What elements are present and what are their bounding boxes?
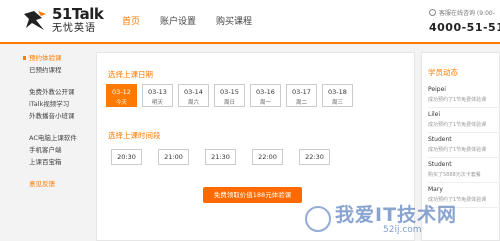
date-value: 03-16 — [256, 88, 275, 96]
watermark-logo-icon — [305, 206, 331, 232]
sidebar-item-mobile-client[interactable]: 手机客户端 — [0, 144, 96, 156]
logo-bird-icon — [22, 8, 48, 34]
sidebar-group-booking: 预约体验课 已预约课程 — [0, 52, 96, 76]
sidebar-group-learning: 免费外教公开课 iTalk视频学习 外教播音小班课 — [0, 86, 96, 122]
list-item: Lilei 成功预约了1节免费体验课 — [428, 108, 500, 133]
date-weekday: 周一 — [259, 100, 271, 106]
date-option[interactable]: 03-16 周一 — [250, 84, 281, 107]
date-value: 03-17 — [292, 88, 311, 96]
sidebar-item-ac-software[interactable]: AC电脑上课软件 — [0, 132, 96, 144]
sidebar-group-tools: AC电脑上课软件 手机客户端 上课百宝箱 — [0, 132, 96, 168]
sidebar-item-toolbox[interactable]: 上课百宝箱 — [0, 156, 96, 168]
sidebar-group-feedback: 意见反馈 — [0, 178, 96, 190]
activity-desc: 成功预约了1节免费体验课 — [428, 147, 487, 153]
list-item: Student 购买了5888元次卡套餐 — [428, 158, 500, 183]
date-option[interactable]: 03-12 今天 — [106, 84, 137, 107]
hotline-label: 客服在线咨询 (9:00- — [439, 10, 495, 17]
watermark-text: 我爱IT技术网 — [335, 204, 458, 226]
time-option[interactable]: 22:00 — [252, 149, 283, 165]
student-name: Student — [428, 136, 452, 143]
logo-wordmark: 51Talk — [52, 5, 104, 23]
date-weekday: 周二 — [295, 100, 307, 106]
date-picker: 03-12 今天 03-13 明天 03-14 周六 03-15 周日 03-1… — [106, 84, 358, 107]
date-value: 03-18 — [328, 88, 347, 96]
student-name: Peipei — [428, 86, 446, 93]
site-watermark: 我爱IT技术网 52ij.com — [305, 200, 500, 241]
date-value: 03-12 — [112, 88, 131, 96]
student-name: Lilei — [428, 111, 441, 118]
sidebar-item-free-open-class[interactable]: 免费外教公开课 — [0, 86, 96, 98]
top-header: 51Talk 无忧英语 首页 账户设置 购买课程 客服在线咨询 (9:00- 4… — [0, 0, 500, 44]
sidebar-item-feedback[interactable]: 意见反馈 — [0, 178, 96, 190]
sidebar-item-italk-video[interactable]: iTalk视频学习 — [0, 98, 96, 110]
time-option[interactable]: 21:00 — [158, 149, 189, 165]
date-value: 03-14 — [184, 88, 203, 96]
date-weekday: 周六 — [187, 100, 199, 106]
date-section-title: 选择上课日期 — [108, 70, 153, 79]
activity-title: 学员动态 — [428, 68, 458, 77]
student-name: Student — [428, 161, 452, 168]
main-nav: 首页 账户设置 购买课程 — [112, 0, 262, 44]
activity-desc: 成功预约了1节免费体验课 — [428, 122, 487, 128]
sidebar-item-book-trial[interactable]: 预约体验课 — [0, 52, 96, 64]
activity-feed: Peipei 成功预约了1节免费体验课 Lilei 成功预约了1节免费体验课 S… — [428, 83, 500, 208]
date-value: 03-13 — [148, 88, 167, 96]
time-option[interactable]: 22:30 — [299, 149, 330, 165]
logo-tagline: 无忧英语 — [52, 23, 96, 34]
date-option[interactable]: 03-14 周六 — [178, 84, 209, 107]
date-option[interactable]: 03-17 周二 — [286, 84, 317, 107]
nav-home[interactable]: 首页 — [112, 0, 150, 44]
headset-icon — [429, 9, 436, 16]
date-option[interactable]: 03-18 周三 — [322, 84, 353, 107]
date-weekday: 明天 — [151, 100, 163, 106]
date-weekday: 周日 — [223, 100, 235, 106]
student-name: Mary — [428, 186, 443, 193]
nav-account-settings[interactable]: 账户设置 — [150, 0, 206, 44]
time-picker: 20:30 21:00 21:30 22:00 22:30 — [111, 149, 346, 165]
list-item: Student 成功预约了1节免费体验课 — [428, 133, 500, 158]
date-option[interactable]: 03-15 周日 — [214, 84, 245, 107]
watermark-url: 52ij.com — [383, 225, 422, 235]
list-item: Peipei 成功预约了1节免费体验课 — [428, 83, 500, 108]
time-option[interactable]: 21:30 — [205, 149, 236, 165]
nav-buy-course[interactable]: 购买课程 — [206, 0, 262, 44]
brand-logo[interactable]: 51Talk 无忧英语 — [22, 5, 104, 34]
sidebar-item-broadcast-class[interactable]: 外教播音小班课 — [0, 110, 96, 122]
claim-free-trial-button[interactable]: 免费领取价值188元体验课 — [203, 187, 302, 203]
sidebar-item-booked-courses[interactable]: 已预约课程 — [0, 64, 96, 76]
date-value: 03-15 — [220, 88, 239, 96]
activity-desc: 购买了5888元次卡套餐 — [428, 172, 481, 178]
date-option[interactable]: 03-13 明天 — [142, 84, 173, 107]
hotline-number: 4000-51-51- — [429, 21, 500, 34]
date-weekday: 今天 — [115, 100, 127, 106]
customer-service-hotline[interactable]: 客服在线咨询 (9:00- 4000-51-51- — [429, 8, 500, 34]
time-section-title: 选择上课时间段 — [108, 131, 161, 140]
date-weekday: 周三 — [331, 100, 343, 106]
time-option[interactable]: 20:30 — [111, 149, 142, 165]
activity-desc: 成功预约了1节免费体验课 — [428, 97, 487, 103]
sidebar: 预约体验课 已预约课程 免费外教公开课 iTalk视频学习 外教播音小班课 AC… — [0, 52, 96, 200]
